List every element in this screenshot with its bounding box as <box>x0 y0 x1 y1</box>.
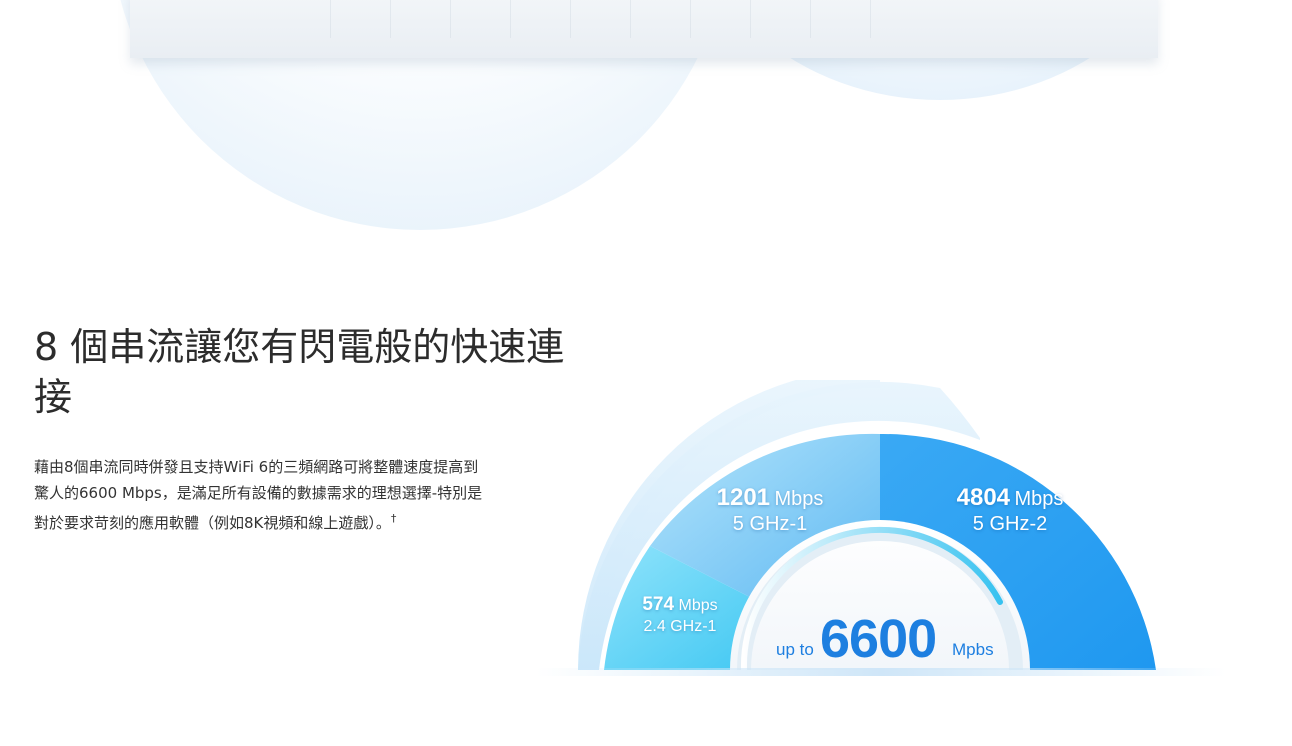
band-name: 5 GHz-1 <box>732 513 808 535</box>
hero-room-panel <box>130 0 1158 58</box>
hero-floor <box>330 0 890 38</box>
band-name: 5 GHz-2 <box>972 513 1048 535</box>
band-name: 2.4 GHz-1 <box>643 618 717 635</box>
band-speed-unit: Mbps <box>1014 488 1064 510</box>
section-description: 藉由8個串流同時併發且支持WiFi 6的三頻網路可將整體速度提高到驚人的6600… <box>34 454 484 536</box>
band-label-2-4ghz-1: 574 Mbps 2.4 GHz-1 <box>620 594 740 638</box>
section-title: 8 個串流讓您有閃電般的快速連接 <box>34 325 565 419</box>
speed-gauge: 1201 Mbps 5 GHz-1 4804 Mbps 5 GHz-2 574 … <box>530 380 1230 690</box>
band-speed-unit: Mbps <box>678 597 718 614</box>
total-speed-value: 6600 <box>820 609 937 669</box>
band-speed-value: 4804 <box>956 484 1011 511</box>
total-speed: up to 6600 Mpbs <box>770 606 1010 669</box>
band-label-5ghz-2: 4804 Mbps 5 GHz-2 <box>920 484 1100 536</box>
description-text: 藉由8個串流同時併發且支持WiFi 6的三頻網路可將整體速度提高到驚人的6600… <box>34 458 483 532</box>
band-speed-value: 1201 <box>716 484 771 511</box>
hero-image <box>0 0 1292 240</box>
total-speed-unit: Mpbs <box>952 640 994 659</box>
band-speed-value: 574 <box>642 594 675 615</box>
total-speed-prefix: up to <box>776 640 814 659</box>
band-label-5ghz-1: 1201 Mbps 5 GHz-1 <box>680 484 860 536</box>
footnote-mark: † <box>390 512 397 525</box>
band-speed-unit: Mbps <box>774 488 824 510</box>
